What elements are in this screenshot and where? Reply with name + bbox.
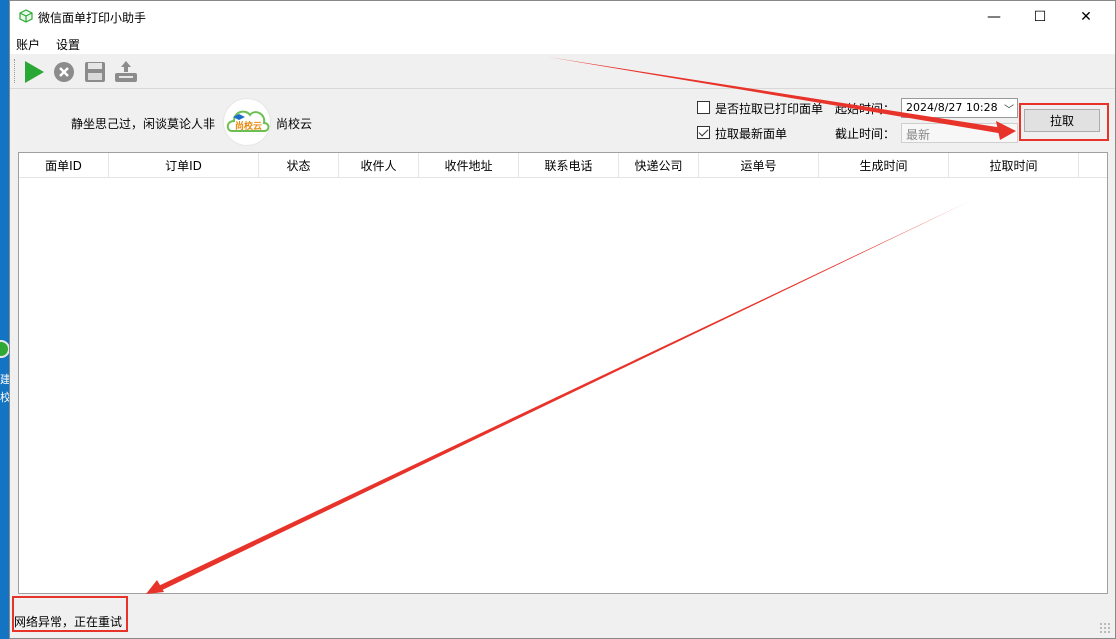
pull-printed-checkbox[interactable] xyxy=(697,101,710,114)
window-title: 微信面单打印小助手 xyxy=(38,11,147,25)
column-pulled-time[interactable]: 拉取时间 xyxy=(949,153,1079,178)
pull-latest-checkbox[interactable] xyxy=(697,126,710,139)
start-button[interactable] xyxy=(21,59,47,85)
menu-bar: 账户 设置 xyxy=(10,32,1115,54)
stop-icon xyxy=(54,62,74,82)
toolbar xyxy=(10,55,1115,89)
status-highlight xyxy=(12,596,128,632)
waybill-table[interactable]: 面单ID 订单ID 状态 收件人 收件地址 联系电话 快递公司 运单号 生成时间… xyxy=(18,152,1108,594)
chevron-down-icon: ﹀ xyxy=(1004,105,1014,116)
export-button[interactable] xyxy=(113,59,139,85)
end-time-field: 最新 xyxy=(901,123,1018,143)
column-phone[interactable]: 联系电话 xyxy=(519,153,619,178)
menu-account[interactable]: 账户 xyxy=(16,36,40,53)
toolbar-grip[interactable] xyxy=(14,59,16,83)
brand-name: 尚校云 xyxy=(276,117,313,131)
resize-grip[interactable] xyxy=(1099,622,1111,634)
maximize-button[interactable]: ☐ xyxy=(1017,1,1063,32)
column-tracking-number[interactable]: 运单号 xyxy=(699,153,819,178)
brand-logo: 尚校云 xyxy=(223,98,271,146)
column-address[interactable]: 收件地址 xyxy=(419,153,519,178)
start-time-value: 2024/8/27 10:28 xyxy=(906,101,998,114)
column-recipient[interactable]: 收件人 xyxy=(339,153,419,178)
save-button[interactable] xyxy=(82,59,108,85)
minimize-button[interactable]: — xyxy=(971,1,1017,32)
app-cube-icon xyxy=(19,9,33,23)
close-button[interactable]: ✕ xyxy=(1063,1,1109,32)
pull-latest-label: 拉取最新面单 xyxy=(715,127,788,141)
column-courier[interactable]: 快递公司 xyxy=(619,153,699,178)
column-waybill-id[interactable]: 面单ID xyxy=(19,153,109,178)
logo-text: 尚校云 xyxy=(235,122,263,132)
stop-button[interactable] xyxy=(51,59,77,85)
pull-printed-label: 是否拉取已打印面单 xyxy=(715,102,824,116)
column-status[interactable]: 状态 xyxy=(259,153,339,178)
title-bar[interactable]: 微信面单打印小助手 — ☐ ✕ xyxy=(10,1,1115,32)
save-icon xyxy=(85,62,105,82)
app-window: 微信面单打印小助手 — ☐ ✕ 账户 设置 静坐思己过，闲谈莫论人非 尚校云 尚… xyxy=(9,0,1116,639)
upload-printer-icon xyxy=(115,61,137,82)
end-time-label: 截止时间： xyxy=(835,127,896,141)
start-time-picker[interactable]: 2024/8/27 10:28 ﹀ xyxy=(901,98,1018,118)
play-icon xyxy=(25,61,44,83)
column-order-id[interactable]: 订单ID xyxy=(109,153,259,178)
table-header: 面单ID 订单ID 状态 收件人 收件地址 联系电话 快递公司 运单号 生成时间… xyxy=(19,153,1107,178)
column-created-time[interactable]: 生成时间 xyxy=(819,153,949,178)
pull-button-highlight xyxy=(1019,103,1109,141)
slogan-text: 静坐思己过，闲谈莫论人非 xyxy=(71,117,216,131)
start-time-label: 起始时间： xyxy=(835,102,896,116)
menu-settings[interactable]: 设置 xyxy=(56,36,80,53)
